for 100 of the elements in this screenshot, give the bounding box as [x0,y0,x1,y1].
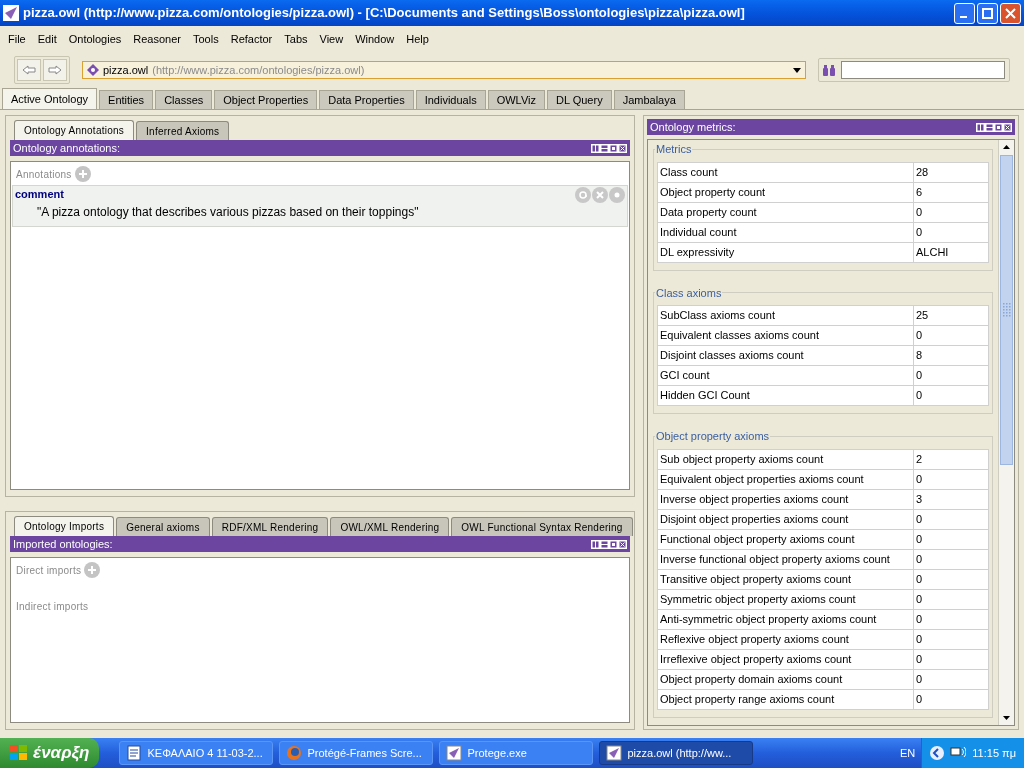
minimize-icon [959,15,967,18]
panel-tab[interactable]: Ontology Annotations [14,120,135,140]
ontology-dropdown[interactable]: pizza.owl (http://www.pizza.com/ontologies/pizza.owl) [82,61,806,79]
metric-value: 0 [913,649,989,669]
metric-value: 0 [913,689,989,709]
maximize-button[interactable] [977,2,998,24]
app-icon [606,745,623,761]
menu-item[interactable]: Refactor [224,30,279,48]
dropdown-caret-icon [793,67,801,73]
metric-value: ALCHI [913,242,989,262]
menu-item[interactable]: File [2,30,32,48]
menu-item[interactable]: Tabs [278,30,314,48]
network-icon[interactable] [950,746,967,760]
close-icon [1005,7,1016,19]
panel-title: Ontology metrics: [650,121,736,133]
menu-item[interactable]: Window [349,30,401,48]
main-tab[interactable]: Object Properties [214,90,318,109]
metric-value: 0 [913,365,989,386]
ontology-name: pizza.owl [103,62,149,78]
metric-value: 0 [913,385,989,406]
menu-item[interactable]: Reasoner [127,30,187,48]
metric-name: GCI count [657,365,914,386]
scrollbar-thumb[interactable] [1000,155,1013,465]
metric-name: Symmetric object property axioms count [657,589,914,609]
panel-tab[interactable]: General axioms [116,517,210,536]
main-tab[interactable]: Individuals [415,90,486,109]
metric-name: Functional object property axioms count [657,529,914,549]
taskbar-button[interactable]: Protege.exe [439,741,594,765]
metric-name: Inverse object properties axioms count [657,489,914,509]
metric-name: Transitive object property axioms count [657,569,914,589]
windows-logo-icon [10,745,28,761]
metric-name: SubClass axioms count [657,305,914,326]
metric-name: Object property count [657,182,914,202]
panel-controls-icon[interactable] [591,143,627,153]
metric-value: 0 [913,222,989,242]
metric-value: 25 [913,305,989,326]
metric-value: 6 [913,182,989,202]
metric-name: Disjoint object properties axioms count [657,509,914,529]
globe-icon [286,745,303,761]
binoculars-icon [823,64,835,76]
menu-item[interactable]: Ontologies [62,30,128,48]
metric-name: Disjoint classes axioms count [657,345,914,366]
metric-name: Irreflexive object property axioms count [657,649,914,669]
menu-item[interactable]: Help [400,30,435,48]
taskbar-button[interactable]: ΚΕΦΑΛΑΙΟ 4 11-03-2... [119,741,274,765]
main-tab[interactable]: Classes [155,90,213,109]
menu-item[interactable]: Edit [31,30,63,48]
panel-tab[interactable]: RDF/XML Rendering [211,517,329,536]
section-label: Annotations [16,167,72,182]
metric-value: 0 [913,469,989,489]
metric-name: Reflexive object property axioms count [657,629,914,649]
metric-name: Anti-symmetric object property axioms count [657,609,914,629]
main-tab[interactable]: Active Ontology [2,88,98,109]
window-title: pizza.owl (http://www.pizza.com/ontologies/pizza.owl) - [C:\Documents and Settings\Boss\ontologies\pizza\pizza.owl] [23,4,746,23]
metric-value: 0 [913,549,989,569]
metric-name: Individual count [657,222,914,242]
metric-value: 0 [913,529,989,549]
panel-tab[interactable]: Ontology Imports [14,516,115,536]
chevron-left-icon[interactable] [930,746,945,760]
metric-name: Data property count [657,202,914,222]
metric-name: Class count [657,162,914,182]
main-tab[interactable]: Data Properties [319,90,414,109]
ontology-iri: (http://www.pizza.com/ontologies/pizza.owl) [152,62,366,78]
metric-value: 0 [913,569,989,589]
minimize-button[interactable] [954,2,975,24]
group-title: Metrics [655,142,693,157]
section-label: Direct imports [16,563,82,578]
taskbar-button[interactable]: pizza.owl (http://ww... [599,741,754,765]
panel-controls-icon[interactable] [976,122,1012,132]
group-title: Object property axioms [655,429,771,444]
annotation-property: comment [15,187,64,203]
document-icon [126,745,143,761]
maximize-icon [982,7,993,19]
panel-tab[interactable]: Inferred Axioms [136,121,230,140]
menu-item[interactable]: View [313,30,350,48]
taskbar-button[interactable]: Protégé-Frames Scre... [279,741,434,765]
app-icon [446,745,463,761]
grip-icon [1002,303,1011,317]
metric-name: Hidden GCI Count [657,385,914,406]
main-tab[interactable]: Jambalaya [613,90,685,109]
main-tab[interactable]: Entities [99,90,154,109]
main-tab[interactable]: OWLViz [487,90,545,109]
metric-value: 8 [913,345,989,366]
panel-tab[interactable]: OWL Functional Syntax Rendering [451,517,633,536]
menu-item[interactable]: Tools [187,30,225,48]
panel-tab[interactable]: OWL/XML Rendering [330,517,450,536]
search-field[interactable] [841,61,1005,79]
left-arrow-icon [22,65,36,75]
close-button[interactable] [1000,2,1021,24]
panel-controls-icon[interactable] [591,539,627,549]
language-indicator[interactable]: EN [900,744,916,762]
metric-value: 2 [913,449,989,469]
metric-name: Inverse functional object property axioms count [657,549,914,569]
metric-name: Object property domain axioms count [657,669,914,689]
main-tab[interactable]: DL Query [547,90,612,109]
metric-value: 0 [913,325,989,346]
app-icon [3,5,19,21]
metric-value: 28 [913,162,989,182]
metric-value: 0 [913,609,989,629]
metric-value: 0 [913,589,989,609]
